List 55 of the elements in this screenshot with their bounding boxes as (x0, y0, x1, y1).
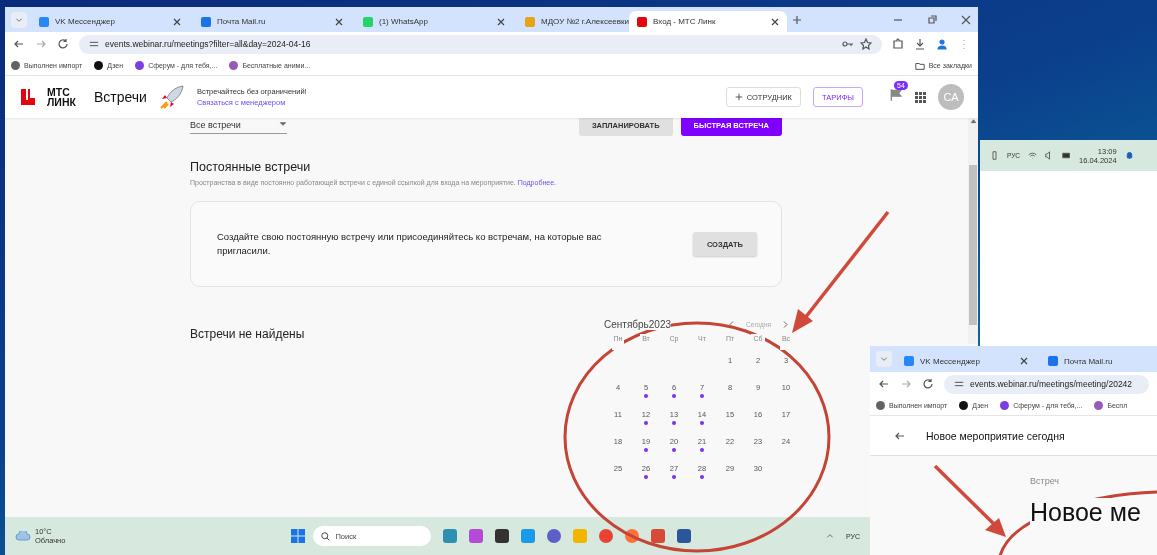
plus-icon[interactable] (791, 13, 803, 26)
calendar-month: Сентябрь2023 (604, 319, 672, 330)
back-icon[interactable] (878, 378, 890, 390)
plus-icon (734, 93, 743, 101)
reload-icon[interactable] (922, 378, 934, 390)
scrollbar-thumb[interactable] (969, 165, 977, 325)
close-icon[interactable] (497, 17, 505, 26)
app-icon[interactable] (547, 529, 562, 543)
close-icon[interactable] (960, 13, 972, 26)
browser-tab[interactable]: Почта Mail.ru (1040, 350, 1157, 372)
search-icon (321, 531, 331, 541)
app-icon[interactable] (677, 529, 692, 543)
forward-icon[interactable] (900, 378, 912, 390)
close-icon[interactable] (335, 17, 343, 26)
download-icon[interactable] (914, 38, 926, 50)
caret-icon (15, 15, 23, 24)
folder-icon (914, 60, 925, 71)
site-settings-icon (89, 39, 99, 49)
meetings-filter[interactable]: Все встречи (190, 118, 287, 134)
cloud-icon (15, 531, 31, 541)
card-text: Создайте свою постоянную встречу или присоединяйтесь ко встречам, на которые вас пригласили. (217, 230, 603, 258)
section-title: Постоянные встречи (190, 160, 312, 174)
site-settings-icon (954, 379, 964, 389)
app-icon[interactable] (495, 529, 510, 543)
restore-icon[interactable] (926, 13, 938, 26)
logo-text: МТС ЛИНК (47, 87, 76, 107)
bell-icon[interactable] (1124, 151, 1134, 160)
forward-icon[interactable] (35, 38, 47, 50)
browser-tab[interactable]: VK Мессенджер (31, 11, 189, 32)
browser-tab[interactable]: VK Мессенджер (896, 350, 1036, 372)
logo-icon (21, 89, 35, 105)
page-title: Новое мероприятие сегодня (926, 429, 1065, 442)
flag-icon[interactable] (889, 88, 903, 102)
start-icon[interactable] (291, 529, 306, 543)
address-bar[interactable]: events.webinar.ru/meetings/meeting/20242 (944, 374, 1149, 394)
address-bar[interactable]: events.webinar.ru/meetings?filter=all&day=2024-04-16 (79, 34, 882, 54)
caret-icon (880, 355, 888, 363)
browser-tab[interactable]: (1) WhatsApp (355, 11, 513, 32)
field-label: Встреч (1030, 476, 1061, 486)
profile-icon[interactable] (936, 38, 948, 50)
event-title: Новое ме (1030, 498, 1141, 527)
browser-tab[interactable]: Вход - МТС Линк (629, 11, 787, 32)
empty-state-text: Встречи не найдены (190, 327, 305, 343)
close-icon[interactable] (771, 17, 779, 26)
close-icon[interactable] (1020, 357, 1028, 365)
browser-tab[interactable]: Почта Mail.ru (193, 11, 351, 32)
close-icon[interactable] (173, 17, 181, 26)
star-icon[interactable] (860, 38, 872, 50)
rocket-icon (158, 84, 185, 110)
caret-icon (279, 120, 287, 128)
key-icon[interactable] (842, 38, 854, 50)
back-icon[interactable] (13, 38, 25, 50)
reload-icon[interactable] (57, 38, 69, 50)
app-title: Встречи (93, 89, 147, 105)
apps-grid-icon[interactable] (915, 91, 926, 103)
